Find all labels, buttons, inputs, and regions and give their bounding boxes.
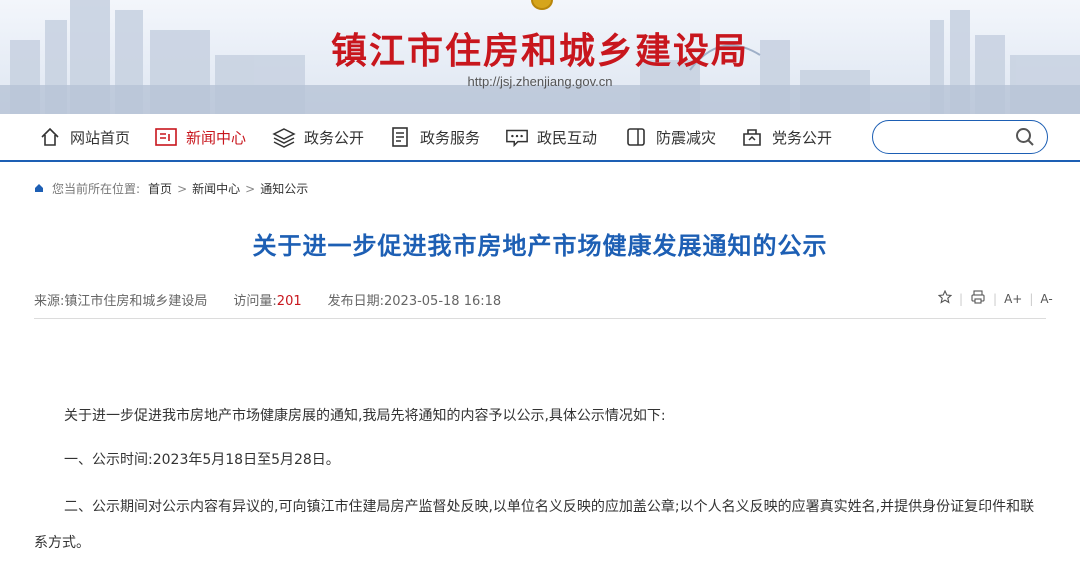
- views-meta: 访问量:201: [233, 290, 301, 309]
- window-icon: [624, 125, 648, 149]
- meta-divider: [34, 318, 1046, 319]
- nav-item-news[interactable]: 新闻中心: [154, 124, 246, 150]
- source-meta: 来源:镇江市住房和城乡建设局: [34, 290, 207, 309]
- breadcrumb-notice-link[interactable]: 通知公示: [260, 180, 308, 197]
- article-title: 关于进一步促进我市房地产市场健康发展通知的公示: [252, 232, 828, 260]
- tool-divider: |: [1029, 291, 1034, 306]
- source-label: 来源:: [34, 294, 65, 309]
- breadcrumb-separator: >: [245, 181, 256, 196]
- search-box: [872, 120, 1048, 154]
- home-icon: [38, 125, 62, 149]
- breadcrumb-news-link[interactable]: 新闻中心: [192, 180, 240, 197]
- views-label: 访问量:: [233, 294, 277, 309]
- layers-icon: [272, 125, 296, 149]
- nav-label: 防震减灾: [656, 128, 717, 147]
- nav-item-government-affairs[interactable]: 政务公开: [272, 124, 364, 150]
- date-meta: 发布日期:2023-05-18 16:18: [328, 290, 502, 309]
- star-icon[interactable]: [937, 289, 953, 307]
- site-url[interactable]: http://jsj.zhenjiang.gov.cn: [0, 74, 1080, 89]
- breadcrumb-home-link[interactable]: 首页: [148, 180, 172, 197]
- nav-label: 新闻中心: [186, 128, 247, 147]
- article-paragraph: 一、公示时间:2023年5月18日至5月28日。: [64, 452, 340, 468]
- nav-label: 政务公开: [304, 128, 365, 147]
- date-value: 2023-05-18 16:18: [384, 294, 502, 309]
- home-small-icon: [34, 182, 44, 196]
- main-nav: 网站首页 新闻中心 政务公开 政务服务 政民互动 防震减灾 党务公开: [0, 114, 1080, 162]
- article-paragraph: 二、公示期间对公示内容有异议的,可向镇江市住建局房产监督处反映,以单位名义反映的…: [34, 499, 1035, 551]
- news-icon: [154, 125, 178, 149]
- nav-item-government-services[interactable]: 政务服务: [388, 124, 480, 150]
- nav-label: 党务公开: [772, 128, 833, 147]
- nav-label: 政务服务: [420, 128, 481, 147]
- nav-item-earthquake-prevention[interactable]: 防震减灾: [624, 124, 716, 150]
- nav-label: 政民互动: [537, 128, 598, 147]
- print-icon[interactable]: [970, 290, 986, 307]
- font-increase-button[interactable]: A+: [1004, 292, 1022, 306]
- tool-divider: |: [959, 291, 964, 306]
- party-icon: [740, 125, 764, 149]
- font-decrease-button[interactable]: A-: [1040, 292, 1052, 306]
- breadcrumb: 您当前所在位置: 首页 > 新闻中心 > 通知公示: [34, 180, 308, 197]
- date-label: 发布日期:: [327, 294, 385, 309]
- site-title: 镇江市住房和城乡建设局: [330, 31, 749, 72]
- nav-item-party-affairs[interactable]: 党务公开: [740, 124, 832, 150]
- views-count: 201: [276, 294, 302, 309]
- nav-label: 网站首页: [70, 128, 131, 147]
- article-meta: 来源:镇江市住房和城乡建设局 访问量:201 发布日期:2023-05-18 1…: [34, 290, 527, 309]
- document-icon: [388, 125, 412, 149]
- breadcrumb-separator: >: [177, 181, 188, 196]
- nav-item-home[interactable]: 网站首页: [38, 124, 130, 150]
- source-value: 镇江市住房和城乡建设局: [64, 294, 208, 309]
- site-banner: 镇江市住房和城乡建设局 http://jsj.zhenjiang.gov.cn: [0, 0, 1080, 114]
- tool-divider: |: [993, 291, 998, 306]
- chat-icon: [505, 125, 529, 149]
- breadcrumb-lead: 您当前所在位置:: [52, 182, 141, 196]
- search-input[interactable]: [887, 121, 1021, 153]
- article-paragraph: 关于进一步促进我市房地产市场健康房展的通知,我局先将通知的内容予以公示,具体公示…: [64, 408, 666, 424]
- search-icon[interactable]: [1015, 127, 1035, 151]
- article-tools: | | A+ | A-: [934, 289, 1057, 307]
- nav-item-public-interaction[interactable]: 政民互动: [505, 124, 597, 150]
